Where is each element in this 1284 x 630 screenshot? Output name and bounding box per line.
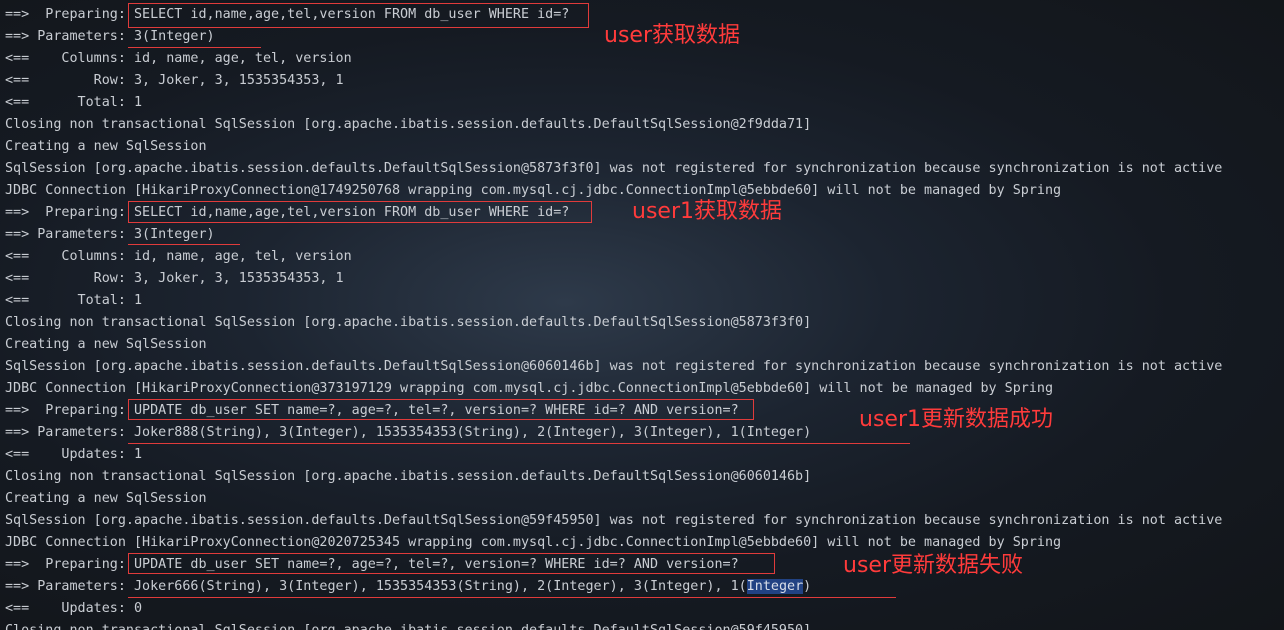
console-line: <== Updates: 0 (5, 601, 143, 616)
console-line: <== Columns: id, name, age, tel, version (5, 249, 352, 264)
underline-param-user (128, 47, 261, 48)
underline-param-user1-update (128, 443, 910, 444)
highlight-box-select-user (128, 3, 589, 28)
annotation-user1-update-ok: user1更新数据成功 (859, 407, 1053, 432)
console-line: <== Row: 3, Joker, 3, 1535354353, 1 (5, 271, 344, 286)
underline-param-user-update (128, 597, 896, 598)
highlight-box-select-user1 (128, 201, 592, 223)
console-line: SqlSession [org.apache.ibatis.session.de… (5, 513, 1223, 528)
console-line-parameters: ==> Parameters: Joker666(String), 3(Inte… (5, 576, 811, 598)
console-line: JDBC Connection [HikariProxyConnection@1… (5, 183, 1062, 198)
console-line: ==> Parameters: 3(Integer) (5, 29, 215, 44)
param-text-before: ==> Parameters: Joker666(String), 3(Inte… (5, 579, 747, 594)
highlight-box-update-user1 (128, 399, 754, 420)
annotation-user-update-fail: user更新数据失败 (843, 553, 1023, 578)
console-line-cut-bottom: Closing non transactional SqlSession [or… (5, 620, 811, 630)
console-line: Closing non transactional SqlSession [or… (5, 315, 812, 330)
console-line: ==> Parameters: 3(Integer) (5, 227, 215, 242)
console-output[interactable]: ==> Preparing: SELECT id,name,age,tel,ve… (0, 0, 1284, 630)
console-line: Creating a new SqlSession (5, 491, 207, 506)
console-line: <== Total: 1 (5, 293, 143, 308)
underline-param-user1 (128, 244, 240, 245)
console-line: Closing non transactional SqlSession [or… (5, 469, 812, 484)
console-line: JDBC Connection [HikariProxyConnection@2… (5, 535, 1062, 550)
console-line: <== Columns: id, name, age, tel, version (5, 51, 352, 66)
console-line: <== Row: 3, Joker, 3, 1535354353, 1 (5, 73, 344, 88)
selected-text[interactable]: Integer (746, 579, 804, 594)
highlight-box-update-user (128, 553, 775, 574)
console-line: Creating a new SqlSession (5, 337, 207, 352)
console-line: SqlSession [org.apache.ibatis.session.de… (5, 359, 1223, 374)
console-line: Closing non transactional SqlSession [or… (5, 117, 812, 132)
console-line: <== Total: 1 (5, 95, 143, 110)
console-line: SqlSession [org.apache.ibatis.session.de… (5, 161, 1223, 176)
console-line: Creating a new SqlSession (5, 139, 207, 154)
annotation-user-fetch: user获取数据 (604, 23, 740, 48)
console-line: ==> Parameters: Joker888(String), 3(Inte… (5, 425, 812, 440)
param-text-after: ) (803, 579, 812, 594)
annotation-user1-fetch: user1获取数据 (632, 199, 782, 224)
console-line: <== Updates: 1 (5, 447, 143, 462)
console-line: JDBC Connection [HikariProxyConnection@3… (5, 381, 1054, 396)
